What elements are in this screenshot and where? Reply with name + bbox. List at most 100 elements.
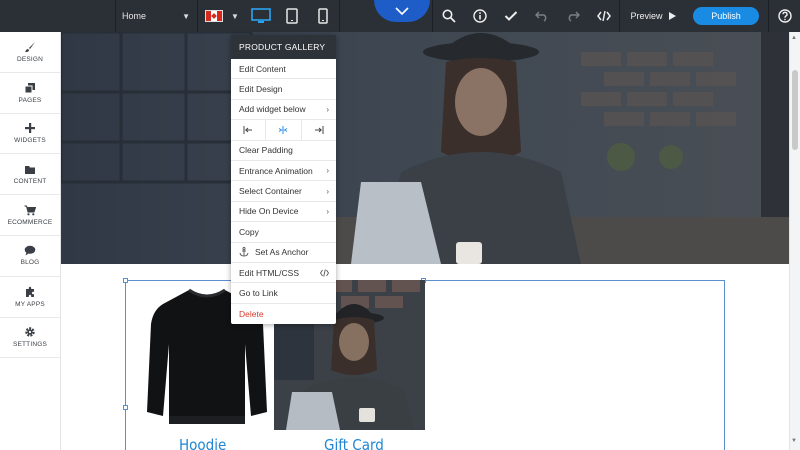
menu-item-edit-html-css[interactable]: Edit HTML/CSS — [231, 263, 336, 284]
menu-item-clear-padding[interactable]: Clear Padding — [231, 141, 336, 161]
chevron-right-icon: › — [326, 166, 329, 176]
sidebar-item-design[interactable]: DESIGN — [0, 32, 60, 73]
sidebar-item-label: CONTENT — [13, 177, 47, 185]
preview-label: Preview — [630, 11, 663, 21]
code-icon — [596, 10, 611, 22]
search-button[interactable] — [433, 0, 464, 32]
menu-item-label: Copy — [239, 226, 259, 237]
anchor-icon — [239, 247, 249, 257]
sidebar-item-content[interactable]: CONTENT — [0, 154, 60, 196]
sidebar-item-settings[interactable]: SETTINGS — [0, 318, 60, 359]
menu-item-label: Entrance Animation — [239, 165, 313, 176]
check-button[interactable] — [495, 0, 526, 32]
menu-item-label: Edit HTML/CSS — [239, 267, 299, 278]
chevron-down-icon — [395, 7, 409, 15]
scroll-up-icon[interactable]: ▲ — [791, 35, 797, 41]
widget-context-menu: PRODUCT GALLERY Edit Content Edit Design… — [231, 35, 336, 325]
chevron-right-icon: › — [326, 186, 329, 196]
sidebar-item-label: MY APPS — [15, 300, 45, 308]
pages-icon — [24, 82, 35, 94]
sidebar-item-pages[interactable]: PAGES — [0, 73, 60, 114]
desktop-icon — [251, 8, 271, 23]
code-button[interactable] — [588, 0, 619, 32]
menu-item-go-to-link[interactable]: Go to Link — [231, 283, 336, 304]
redo-icon — [568, 11, 580, 22]
menu-item-delete[interactable]: Delete — [231, 304, 336, 324]
tablet-icon — [286, 8, 298, 24]
tablet-view-button[interactable] — [277, 0, 307, 32]
undo-icon — [534, 11, 546, 22]
resize-handle[interactable] — [123, 278, 128, 283]
puzzle-icon — [26, 286, 34, 297]
language-select[interactable]: ▼ — [198, 0, 244, 32]
cart-icon — [24, 205, 36, 215]
menu-item-edit-design[interactable]: Edit Design — [231, 79, 336, 100]
menu-item-copy[interactable]: Copy — [231, 222, 336, 243]
align-right-button[interactable] — [302, 120, 336, 139]
chevron-right-icon: › — [326, 206, 329, 216]
sidebar-item-label: ECOMMERCE — [7, 218, 53, 226]
hero-photo — [61, 32, 789, 264]
menu-item-hide-on-device[interactable]: Hide On Device › — [231, 202, 336, 223]
page-select[interactable]: Home ▼ — [116, 0, 196, 32]
plus-icon — [25, 123, 35, 134]
chevron-down-icon: ▼ — [182, 11, 190, 21]
help-icon — [778, 9, 792, 23]
gear-icon — [25, 327, 35, 338]
align-right-icon — [314, 125, 324, 134]
info-button[interactable] — [464, 0, 495, 32]
sidebar-item-label: PAGES — [18, 96, 42, 104]
play-icon — [668, 12, 676, 20]
chat-bubble-icon — [24, 246, 36, 256]
menu-item-entrance-animation[interactable]: Entrance Animation › — [231, 161, 336, 182]
sidebar-item-widgets[interactable]: WIDGETS — [0, 114, 60, 155]
mobile-view-button[interactable] — [308, 0, 338, 32]
sidebar-item-label: DESIGN — [16, 55, 44, 63]
align-left-button[interactable] — [231, 120, 267, 140]
collapse-toolbar-tab[interactable] — [374, 0, 430, 22]
code-icon — [320, 268, 329, 277]
align-left-icon — [243, 125, 253, 134]
menu-item-add-widget-below[interactable]: Add widget below › — [231, 100, 336, 121]
sidebar-item-label: WIDGETS — [14, 137, 46, 145]
chevron-right-icon: › — [326, 104, 329, 114]
scroll-down-icon[interactable]: ▼ — [791, 438, 797, 444]
brush-icon — [25, 41, 35, 52]
sidebar-item-my-apps[interactable]: MY APPS — [0, 277, 60, 318]
menu-item-label: Go to Link — [239, 287, 278, 298]
toolbar-divider — [339, 0, 340, 32]
page-select-value: Home — [122, 11, 147, 21]
sidebar-item-blog[interactable]: BLOG — [0, 236, 60, 277]
menu-item-label: Add widget below — [239, 104, 306, 115]
publish-button[interactable]: Publish — [693, 7, 759, 25]
product-title-gift-card[interactable]: Gift Card — [324, 436, 384, 450]
check-icon — [504, 11, 517, 21]
hero-image — [61, 32, 789, 264]
sidebar-item-label: BLOG — [20, 259, 40, 267]
product-title-hoodie[interactable]: Hoodie — [179, 436, 226, 450]
resize-handle[interactable] — [123, 405, 128, 410]
chevron-down-icon: ▼ — [231, 11, 239, 21]
alignment-row — [231, 120, 336, 141]
sidebar-item-ecommerce[interactable]: ECOMMERCE — [0, 195, 60, 236]
undo-button[interactable] — [526, 0, 557, 32]
menu-item-edit-content[interactable]: Edit Content — [231, 59, 336, 80]
align-center-icon — [279, 125, 288, 134]
left-sidebar: DESIGN PAGES WIDGETS CONTENT ECOMMERCE B… — [0, 32, 61, 450]
menu-item-label: Set As Anchor — [255, 247, 309, 258]
help-button[interactable] — [772, 0, 798, 32]
menu-item-select-container[interactable]: Select Container › — [231, 181, 336, 202]
desktop-view-button[interactable] — [246, 0, 276, 32]
menu-item-label: Select Container — [239, 186, 302, 197]
canvas-scrollbar[interactable]: ▲ ▼ — [789, 32, 800, 450]
redo-button[interactable] — [557, 0, 588, 32]
scrollbar-thumb[interactable] — [792, 70, 798, 150]
menu-item-label: Hide On Device — [239, 206, 299, 217]
preview-button[interactable]: Preview — [620, 0, 686, 32]
folder-icon — [25, 165, 35, 174]
align-center-button[interactable] — [266, 120, 302, 140]
context-menu-title: PRODUCT GALLERY — [231, 35, 336, 59]
menu-item-set-as-anchor[interactable]: Set As Anchor — [231, 243, 336, 263]
sidebar-item-label: SETTINGS — [12, 341, 48, 349]
menu-item-label: Clear Padding — [239, 145, 293, 156]
